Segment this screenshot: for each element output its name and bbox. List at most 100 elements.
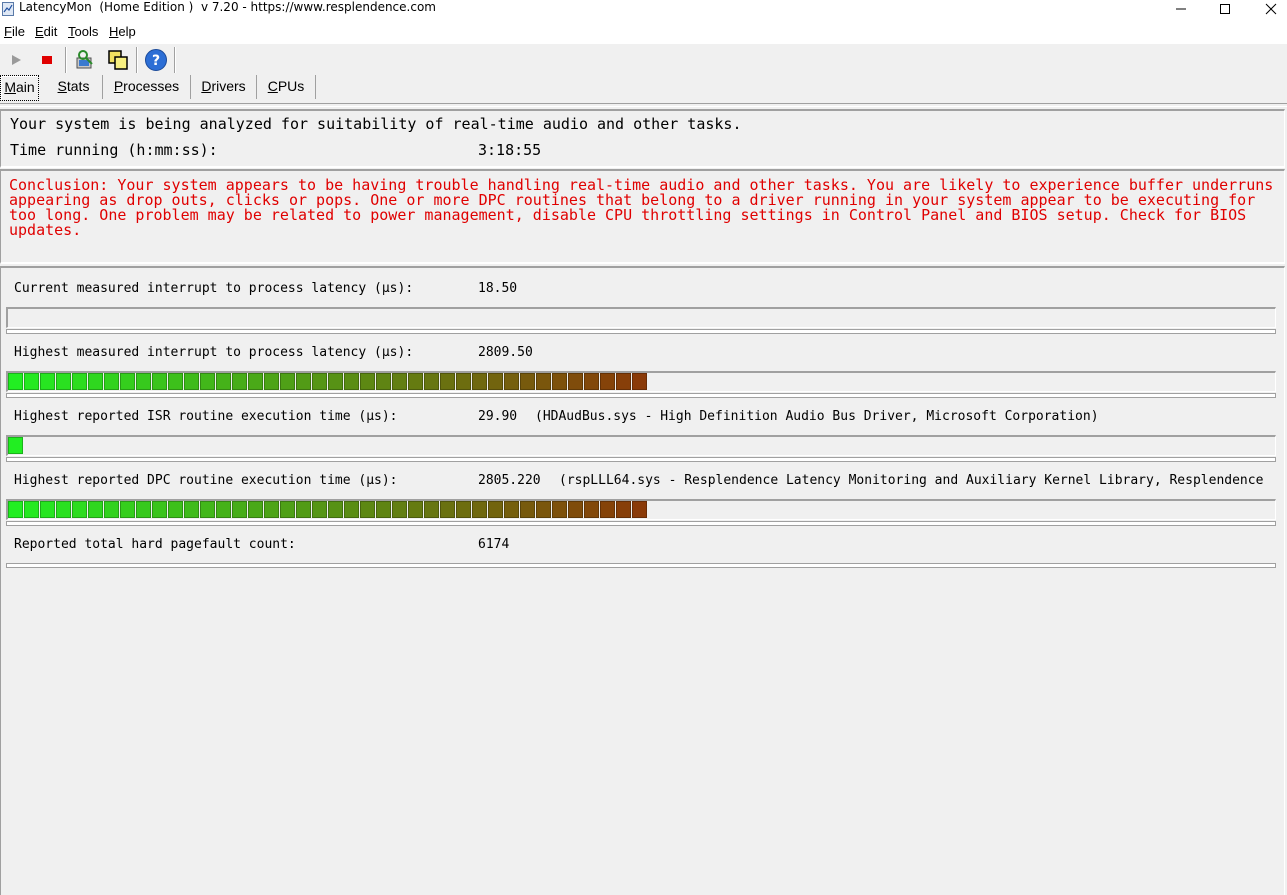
highest-latency-value: 2809.50	[478, 345, 533, 360]
bar-segment	[408, 373, 423, 390]
menu-file-accel: F	[4, 24, 12, 39]
bar-segment	[152, 501, 167, 518]
bar-segment	[472, 373, 487, 390]
bar-segment	[136, 373, 151, 390]
isr-time-bar-fill	[8, 437, 24, 454]
menu-help-accel: H	[109, 24, 119, 39]
close-button[interactable]	[1248, 0, 1287, 18]
bar-segment	[552, 501, 567, 518]
maximize-button[interactable]	[1202, 0, 1248, 18]
menu-edit-accel: E	[35, 24, 44, 39]
menu-help[interactable]: Help	[109, 24, 136, 40]
highest-latency-bar-fill	[8, 373, 648, 390]
bar-segment	[584, 501, 599, 518]
pagefault-value: 6174	[478, 537, 510, 552]
bar-segment	[8, 501, 23, 518]
bar-segment	[56, 373, 71, 390]
bar-segment	[88, 373, 103, 390]
tab-processes-label: rocesses	[123, 78, 180, 94]
isr-time-bar-base	[6, 457, 1276, 462]
tab-stats[interactable]: Stats	[45, 75, 103, 99]
current-latency-value: 18.50	[478, 281, 518, 296]
bar-segment	[24, 501, 39, 518]
dpc-time-label: Highest reported DPC routine execution t…	[14, 473, 398, 488]
bar-segment	[616, 501, 631, 518]
tab-processes[interactable]: Processes	[103, 75, 191, 99]
bar-segment	[24, 373, 39, 390]
tab-cpus-accel: C	[267, 78, 278, 94]
bar-segment	[600, 501, 615, 518]
minimize-icon	[1176, 8, 1186, 10]
bar-segment	[168, 373, 183, 390]
windows-button[interactable]	[105, 47, 131, 73]
dpc-driver-detail: (rspLLL64.sys - Resplendence Latency Mon…	[559, 473, 1264, 488]
bar-segment	[88, 501, 103, 518]
bar-segment	[344, 373, 359, 390]
toolbar: ?	[0, 44, 1287, 74]
bar-segment	[584, 373, 599, 390]
app-icon	[2, 2, 14, 16]
bar-segment	[72, 501, 87, 518]
bar-segment	[440, 501, 455, 518]
menu-file[interactable]: File	[4, 24, 25, 40]
bar-segment	[424, 501, 439, 518]
analyze-button[interactable]	[72, 47, 98, 73]
menu-tools-label: ools	[74, 24, 99, 39]
isr-time-bar	[6, 435, 1276, 456]
bar-segment	[280, 373, 295, 390]
title-bar: LatencyMon (Home Edition ) v 7.20 - http…	[0, 0, 1287, 20]
bar-segment	[72, 373, 87, 390]
toolbar-separator	[136, 47, 138, 73]
bar-segment	[600, 373, 615, 390]
bar-segment	[184, 373, 199, 390]
bar-segment	[376, 373, 391, 390]
tab-main[interactable]: Main	[0, 75, 39, 101]
tab-divider	[0, 103, 1287, 107]
bar-segment	[264, 501, 279, 518]
dpc-time-bar	[6, 499, 1276, 520]
bar-segment	[488, 373, 503, 390]
bar-segment	[360, 501, 375, 518]
current-latency-label: Current measured interrupt to process la…	[14, 281, 414, 296]
menu-edit[interactable]: Edit	[35, 24, 57, 40]
bar-segment	[248, 373, 263, 390]
bar-segment	[344, 501, 359, 518]
bar-segment	[152, 373, 167, 390]
isr-time-value: 29.90	[478, 409, 518, 424]
bar-segment	[8, 373, 23, 390]
menu-file-label: ile	[11, 24, 25, 39]
bar-segment	[184, 501, 199, 518]
tab-processes-accel: P	[113, 78, 124, 94]
bar-segment	[424, 373, 439, 390]
bar-segment	[360, 373, 375, 390]
time-running-value: 3:18:55	[478, 141, 542, 159]
tab-drivers-accel: D	[201, 78, 212, 94]
stop-icon	[42, 56, 52, 64]
tab-strip: Main Stats Processes Drivers CPUs	[0, 74, 1287, 102]
bar-segment	[296, 501, 311, 518]
bar-segment	[120, 373, 135, 390]
bar-segment	[200, 373, 215, 390]
bar-segment	[520, 373, 535, 390]
bar-segment	[568, 501, 583, 518]
tab-cpus[interactable]: CPUs	[257, 75, 316, 99]
menu-bar: File Edit Tools Help	[0, 20, 1287, 45]
bar-segment	[552, 373, 567, 390]
help-button[interactable]: ?	[143, 47, 169, 73]
minimize-button[interactable]	[1158, 0, 1204, 18]
time-running-label: Time running (h:mm:ss):	[10, 141, 218, 159]
tab-drivers[interactable]: Drivers	[191, 75, 257, 99]
highest-latency-bar	[6, 371, 1276, 392]
analyze-icon	[76, 50, 93, 69]
bar-segment	[504, 373, 519, 390]
bar-segment	[248, 501, 263, 518]
conclusion-text: Conclusion: Your system appears to be ha…	[9, 176, 1274, 239]
stop-button[interactable]	[34, 47, 60, 73]
tab-stats-accel: S	[57, 78, 67, 94]
menu-tools[interactable]: Tools	[68, 24, 98, 40]
start-button[interactable]	[3, 47, 29, 73]
bar-segment	[392, 373, 407, 390]
bar-segment	[136, 501, 151, 518]
isr-time-label: Highest reported ISR routine execution t…	[14, 409, 398, 424]
bar-segment	[216, 373, 231, 390]
